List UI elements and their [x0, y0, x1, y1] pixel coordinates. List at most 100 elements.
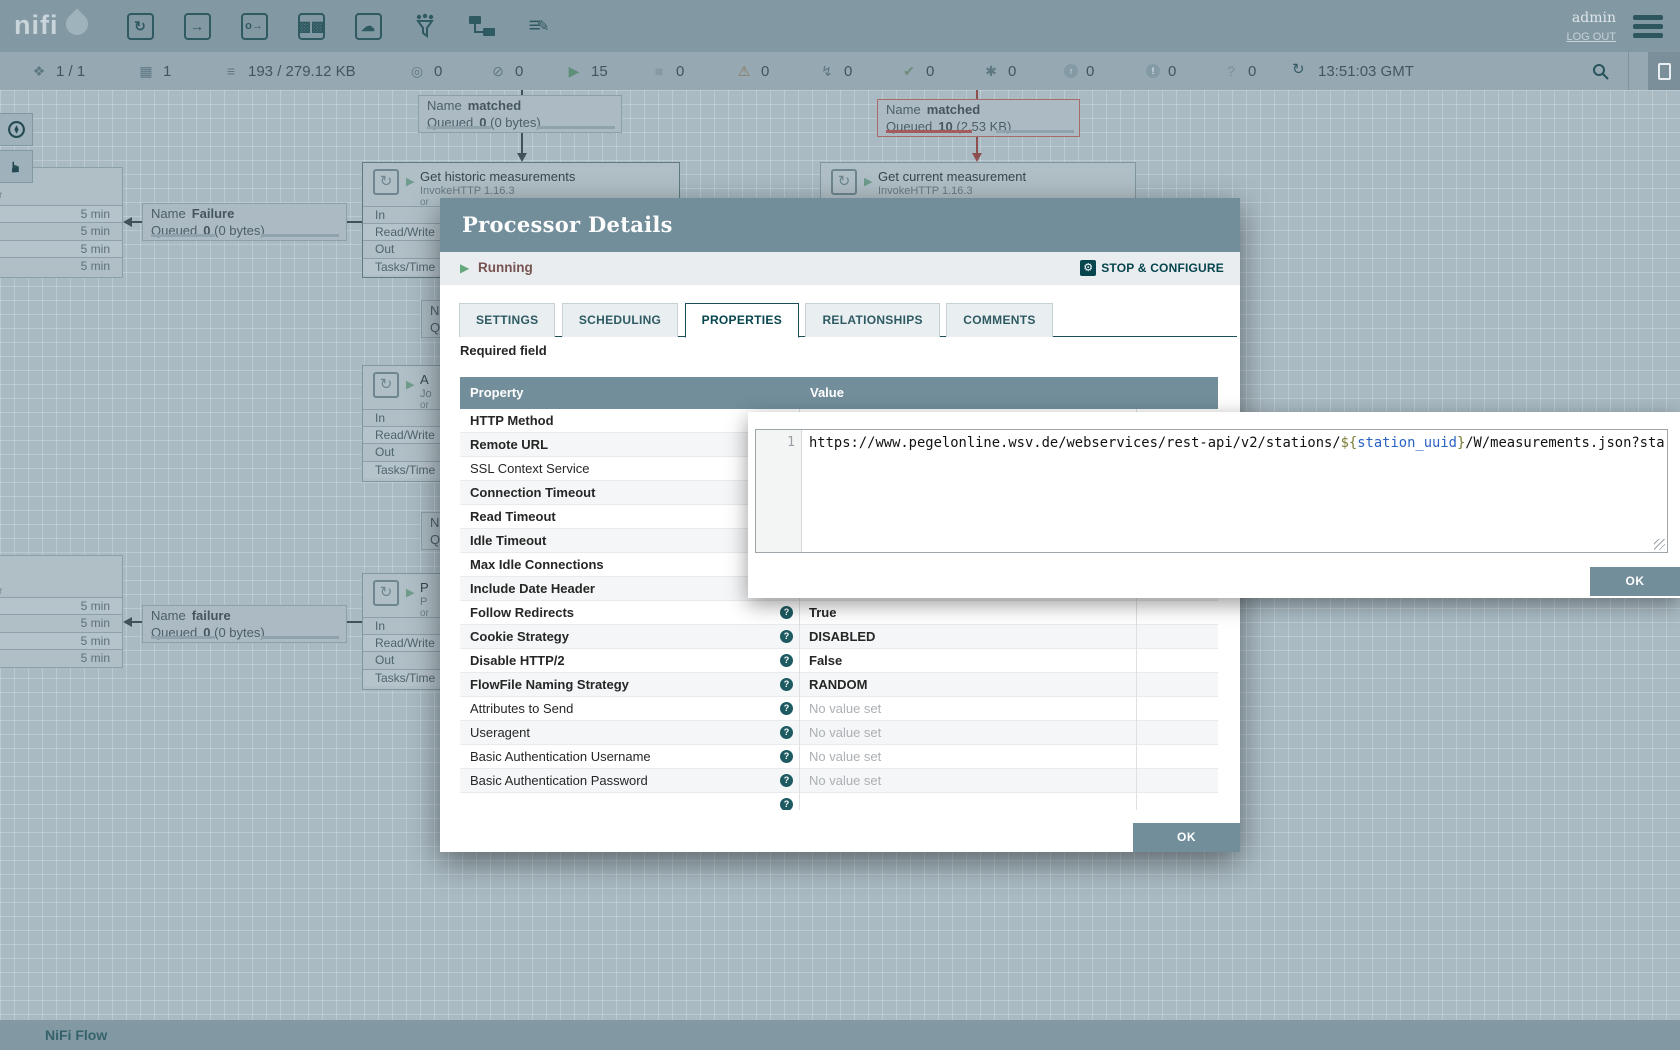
queue-count-bar: [151, 636, 215, 639]
panel-toggle-button[interactable]: [1648, 52, 1680, 90]
property-name-text: Connection Timeout: [470, 485, 595, 500]
status-counter-grid: ▦1: [137, 52, 171, 90]
queue-size-bar: [996, 130, 1074, 133]
connection-label-failure-upper[interactable]: NameFailure Queued0 (0 bytes): [142, 203, 347, 241]
label-toolbar-icon[interactable]: ≡✎: [523, 10, 555, 42]
global-menu-icon[interactable]: [1633, 15, 1663, 42]
dialog-tabs: SETTINGS SCHEDULING PROPERTIES RELATIONS…: [459, 303, 1237, 337]
divider: [1628, 52, 1629, 90]
remote-url-value[interactable]: https://www.pegelonline.wsv.de/webservic…: [803, 430, 1667, 552]
property-row[interactable]: Disable HTTP/2?False: [460, 649, 1218, 673]
value-editor[interactable]: 1 https://www.pegelonline.wsv.de/webserv…: [755, 429, 1668, 553]
help-icon[interactable]: ?: [780, 654, 793, 667]
stale-icon: ↑: [1064, 64, 1078, 78]
search-icon[interactable]: [1592, 63, 1609, 85]
property-name-text: Attributes to Send: [470, 701, 573, 716]
property-value: RANDOM: [801, 673, 1137, 697]
help-icon[interactable]: ?: [780, 798, 793, 810]
template-toolbar-icon[interactable]: [466, 10, 498, 42]
help-icon[interactable]: ?: [780, 702, 793, 715]
process-group-toolbar-icon[interactable]: ▩▩: [295, 10, 327, 42]
tab-comments[interactable]: COMMENTS: [946, 303, 1052, 337]
queued-list-icon: ≡: [222, 63, 240, 79]
property-row[interactable]: FlowFile Naming Strategy?RANDOM: [460, 673, 1218, 697]
tab-settings[interactable]: SETTINGS: [459, 303, 555, 337]
property-row[interactable]: Cookie Strategy?DISABLED: [460, 625, 1218, 649]
connection-label-matched-0[interactable]: Namematched Queued0 (0 bytes): [418, 95, 622, 133]
property-value: No value set: [801, 745, 1137, 769]
property-name-text: Basic Authentication Password: [470, 773, 648, 788]
property-row[interactable]: ?: [460, 793, 1218, 810]
property-row[interactable]: Basic Authentication Password?No value s…: [460, 769, 1218, 793]
property-row[interactable]: Useragent?No value set: [460, 721, 1218, 745]
logout-link[interactable]: LOG OUT: [1566, 31, 1616, 43]
help-icon[interactable]: ?: [780, 726, 793, 739]
connection-arrow-icon: [123, 617, 132, 627]
invokehttp-icon: ↻: [373, 169, 399, 195]
url-text: https://www.pegelonline.wsv.de/webservic…: [809, 435, 1341, 451]
conn-name-value: Failure: [192, 206, 235, 221]
help-icon[interactable]: ?: [780, 678, 793, 691]
help-icon[interactable]: ?: [780, 630, 793, 643]
operate-palette-button[interactable]: ☛: [0, 150, 33, 183]
connection-label-matched-10[interactable]: Namematched Queued10 (2.53 KB): [877, 99, 1080, 137]
property-name-text: Disable HTTP/2: [470, 653, 565, 668]
property-name: Basic Authentication Password?: [460, 769, 800, 793]
up-to-date-icon: ✔: [900, 63, 918, 80]
last-refresh-time: 13:51:03 GMT: [1318, 52, 1414, 90]
stat-row-value: 5 min: [0, 649, 122, 666]
remote-process-group-toolbar-icon[interactable]: ☁: [352, 10, 384, 42]
property-value: True: [801, 601, 1137, 625]
processor-name-fragment: r: [0, 190, 2, 201]
resize-handle[interactable]: [1654, 539, 1665, 550]
stop-and-configure-button[interactable]: ⚙ STOP & CONFIGURE: [1080, 260, 1224, 276]
status-counter-value: 0: [434, 63, 442, 80]
nifi-app: Namematched Queued0 (0 bytes) Namematche…: [0, 0, 1680, 1050]
help-icon[interactable]: ?: [780, 774, 793, 787]
processor-stub-lower[interactable]: r 5 min5 min5 min5 min: [0, 555, 123, 668]
processor-toolbar-icon[interactable]: ↻: [124, 10, 156, 42]
input-port-toolbar-icon[interactable]: →: [181, 10, 213, 42]
dialog-ok-button[interactable]: OK: [1133, 823, 1240, 852]
property-row[interactable]: Follow Redirects?True: [460, 601, 1218, 625]
conn-name-value: failure: [192, 608, 231, 623]
funnel-toolbar-icon[interactable]: [409, 10, 441, 42]
processor-name-fragment: r: [0, 586, 2, 597]
refresh-icon[interactable]: ↻: [1292, 60, 1305, 78]
property-value: [801, 793, 1137, 810]
queue-count-bar: [151, 234, 215, 237]
property-row[interactable]: Attributes to Send?No value set: [460, 697, 1218, 721]
output-port-toolbar-icon[interactable]: o→: [238, 10, 270, 42]
processor-stats: 5 min5 min5 min5 min: [0, 205, 122, 277]
processor-stub-upper[interactable]: r 5 min5 min5 min5 min: [0, 167, 123, 278]
status-counter-value: 0: [1168, 63, 1176, 80]
help-icon[interactable]: ?: [780, 750, 793, 763]
conn-name-value: matched: [927, 102, 980, 117]
stat-row-value: 5 min: [0, 257, 122, 274]
status-counter-invalid: ⚠0: [735, 52, 769, 90]
conn-queued-size: (0 bytes): [214, 223, 265, 238]
tab-scheduling[interactable]: SCHEDULING: [562, 303, 678, 337]
processor-icon: ↻: [373, 580, 399, 606]
property-name-text: Remote URL: [470, 437, 548, 452]
status-counter-running: ▶15: [565, 52, 608, 90]
connection-label-failure-lower[interactable]: Namefailure Queued0 (0 bytes): [142, 605, 347, 643]
editor-ok-button[interactable]: OK: [1590, 567, 1680, 596]
property-name: Useragent?: [460, 721, 800, 745]
running-icon: ▶: [864, 175, 872, 188]
property-value: No value set: [801, 769, 1137, 793]
status-counter-locally-modified: ✱0: [982, 52, 1016, 90]
tab-properties[interactable]: PROPERTIES: [685, 303, 799, 338]
breadcrumb[interactable]: NiFi Flow: [45, 1027, 107, 1043]
status-counter-up-to-date: ✔0: [900, 52, 934, 90]
property-row[interactable]: Basic Authentication Username?No value s…: [460, 745, 1218, 769]
running-icon: ▶: [460, 261, 469, 275]
property-name-text: SSL Context Service: [470, 461, 589, 476]
navigate-palette-button[interactable]: [0, 113, 33, 146]
tab-relationships[interactable]: RELATIONSHIPS: [805, 303, 939, 337]
help-icon[interactable]: ?: [780, 606, 793, 619]
invalid-icon: ⚠: [735, 63, 753, 80]
el-open-brace: ${: [1341, 435, 1358, 451]
status-counter-stopped: ■0: [650, 52, 684, 90]
processor-run-status: Running: [478, 260, 533, 275]
